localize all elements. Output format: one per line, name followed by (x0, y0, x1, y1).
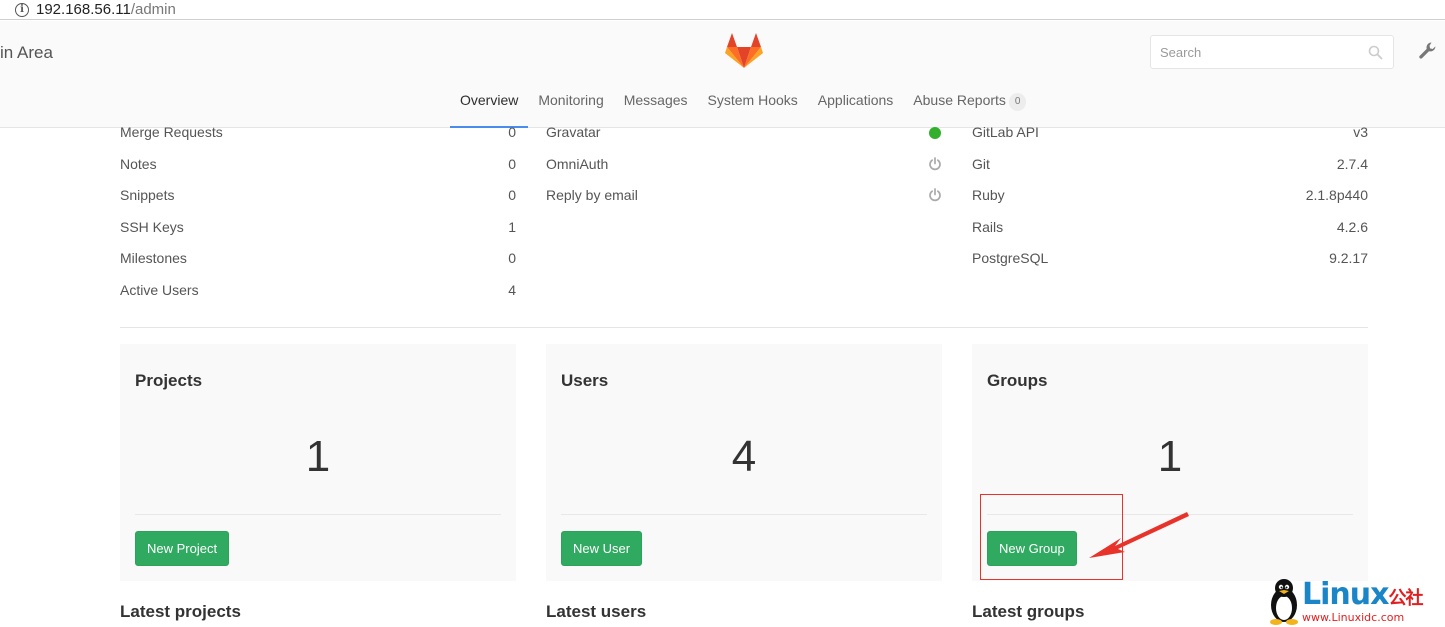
feature-label: OmniAuth (546, 155, 609, 172)
card-title: Groups (987, 371, 1048, 390)
watermark-brand: Linux公社 (1302, 577, 1423, 612)
component-version: 9.2.17 (1329, 250, 1368, 266)
component-row: PostgreSQL 9.2.17 (972, 243, 1368, 275)
new-project-button[interactable]: New Project (135, 531, 230, 566)
tab-label: Monitoring (538, 92, 604, 108)
stat-value: 4 (508, 281, 516, 298)
new-user-button[interactable]: New User (561, 531, 643, 566)
stat-row: Notes 0 (120, 149, 516, 181)
component-version: 2.1.8p440 (1305, 187, 1368, 203)
tux-penguin-icon (1270, 579, 1298, 625)
component-label: Ruby (972, 187, 1005, 203)
component-version: v3 (1353, 124, 1368, 140)
component-label: Rails (972, 218, 1004, 235)
browser-address-bar[interactable]: i 192.168.56.11/admin (0, 0, 1445, 20)
tab-label: Messages (623, 92, 688, 108)
url-host: 192.168.56.11 (36, 1, 131, 18)
latest-groups-heading: Latest groups (972, 602, 1085, 621)
url-path: /admin (130, 1, 176, 18)
status-on-icon (929, 127, 941, 139)
component-row: Ruby 2.1.8p440 (972, 180, 1368, 212)
info-icon[interactable]: i (15, 2, 29, 17)
stat-label: SSH Keys (120, 218, 184, 235)
gitlab-logo-icon[interactable] (725, 33, 763, 69)
stat-label: Merge Requests (120, 124, 223, 140)
card-title: Projects (135, 371, 203, 390)
projects-count: 1 (305, 432, 331, 481)
stat-label: Active Users (120, 281, 199, 298)
power-icon (929, 156, 941, 170)
stat-label: Snippets (120, 187, 175, 203)
stat-value: 0 (508, 155, 516, 172)
stat-row: Merge Requests 0 (120, 117, 516, 149)
component-row: Rails 4.2.6 (972, 212, 1368, 244)
latest-projects-heading: Latest projects (120, 602, 241, 621)
url-field[interactable]: 192.168.56.11/admin (36, 1, 176, 18)
stat-row: Snippets 0 (120, 180, 516, 212)
stat-label: Milestones (120, 250, 187, 266)
admin-header: in Area Overview Monitoring Messages Sys… (0, 21, 1445, 128)
feature-row: Reply by email (546, 180, 942, 212)
stat-value: 1 (508, 218, 516, 235)
card-title: Users (561, 371, 609, 390)
stat-value: 0 (508, 124, 516, 140)
feature-label: Gravatar (546, 124, 601, 140)
feature-row: OmniAuth (546, 149, 942, 181)
stat-row: Active Users 4 (120, 275, 516, 307)
card-divider (561, 514, 927, 515)
stat-row: SSH Keys 1 (120, 212, 516, 244)
component-version: 4.2.6 (1336, 218, 1368, 235)
count-badge: 0 (1008, 93, 1027, 111)
stat-row: Milestones 0 (120, 243, 516, 275)
latest-users-heading: Latest users (546, 602, 647, 621)
tab-label: Overview (460, 92, 519, 108)
search-icon[interactable] (1368, 45, 1383, 60)
projects-card: Projects 1 New Project (120, 344, 516, 581)
power-icon (929, 188, 941, 202)
watermark-site: www.Linuxidc.com (1302, 611, 1405, 624)
component-row: Git 2.7.4 (972, 149, 1368, 181)
users-card: Users 4 New User (546, 344, 942, 581)
tab-label: Abuse Reports (913, 92, 1006, 108)
component-label: GitLab API (972, 124, 1039, 140)
component-version: 2.7.4 (1336, 155, 1368, 172)
users-count: 4 (731, 432, 757, 481)
component-label: Git (972, 155, 990, 172)
stat-label: Notes (120, 155, 157, 172)
card-divider (135, 514, 501, 515)
feature-row: Gravatar (546, 117, 942, 149)
component-row: GitLab API v3 (972, 117, 1368, 149)
tab-label: System Hooks (707, 92, 798, 108)
search-input[interactable] (1151, 36, 1351, 68)
feature-label: Reply by email (546, 187, 638, 203)
tab-label: Applications (817, 92, 894, 108)
watermark: Linux公社 www.Linuxidc.com (1266, 575, 1445, 627)
groups-count: 1 (1157, 432, 1183, 481)
page-title: in Area (0, 43, 53, 62)
search-box[interactable] (1150, 35, 1394, 69)
section-divider (120, 327, 1368, 328)
stats-features: Gravatar OmniAuth Reply by email (546, 117, 942, 212)
wrench-icon[interactable] (1418, 41, 1438, 61)
stats-components: GitLab API v3 Git 2.7.4 Ruby 2.1.8p440 Rail… (972, 117, 1368, 275)
annotation-arrow (1089, 512, 1189, 558)
stat-value: 0 (508, 187, 516, 203)
stats-counts: Merge Requests 0 Notes 0 Snippets 0 SSH Key… (120, 117, 516, 306)
stat-value: 0 (508, 250, 516, 266)
component-label: PostgreSQL (972, 250, 1049, 266)
